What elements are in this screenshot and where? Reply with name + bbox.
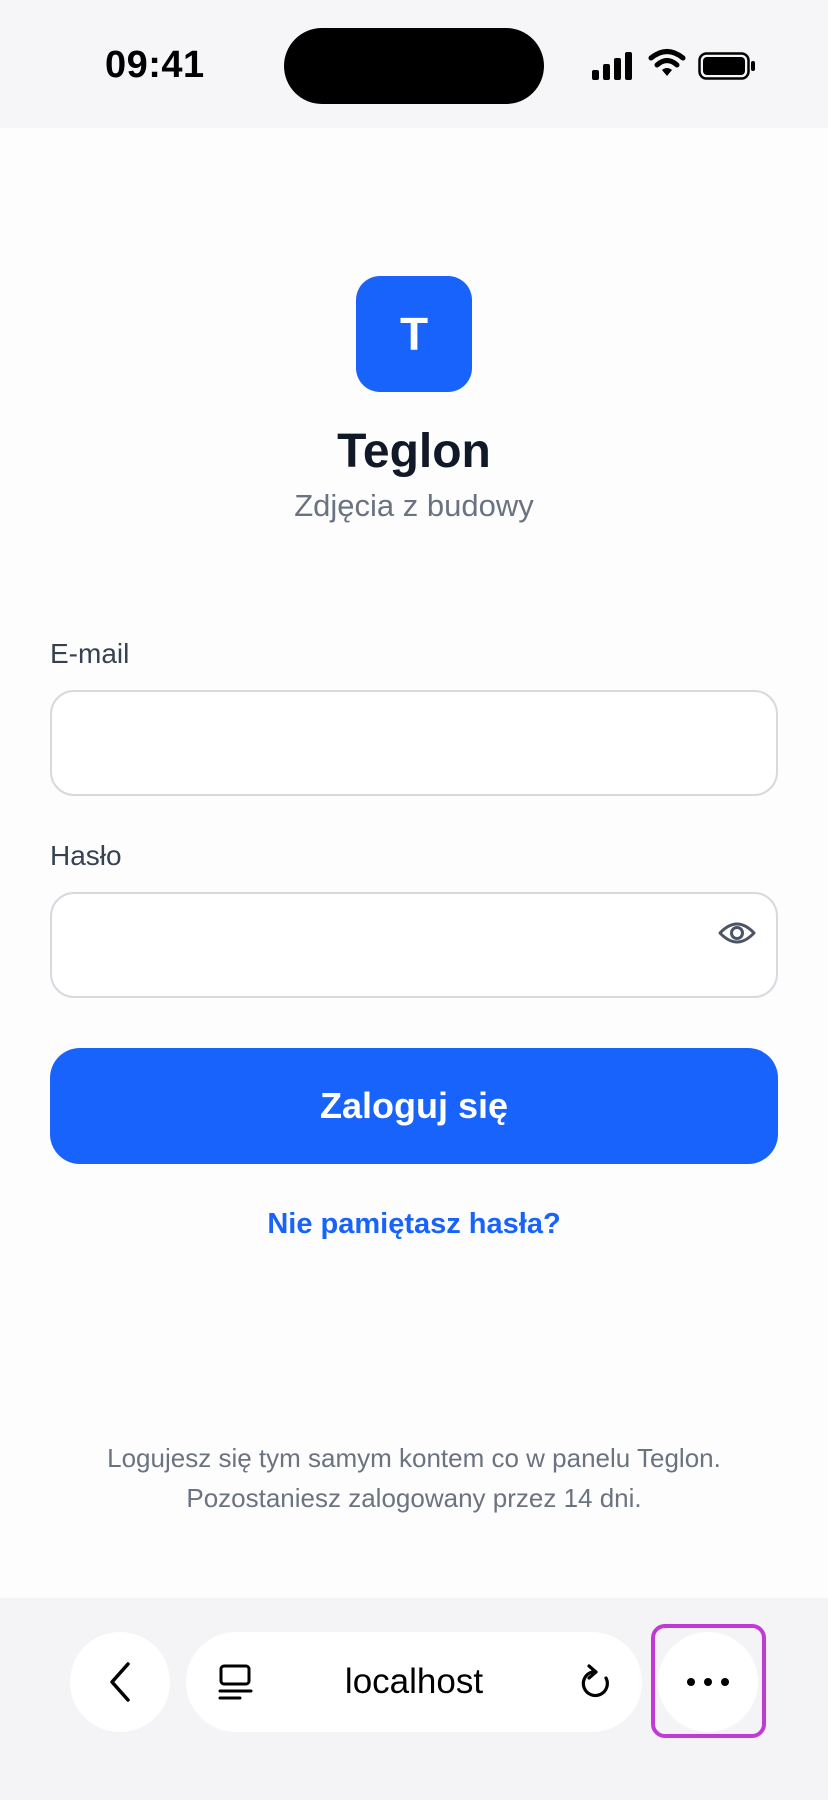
email-field[interactable] (50, 690, 778, 796)
password-field[interactable] (50, 892, 778, 998)
email-label: E-mail (50, 638, 130, 669)
footer-line-2: Pozostaniesz zalogowany przez 14 dni. (186, 1483, 642, 1513)
back-button[interactable] (70, 1632, 170, 1732)
wifi-icon (648, 49, 686, 76)
status-bar: 09:41 (0, 0, 828, 128)
forgot-password-link[interactable]: Nie pamiętasz hasła? (0, 1208, 828, 1241)
highlight-box (651, 1624, 766, 1738)
app-subtitle: Zdjęcia z budowy (294, 488, 534, 523)
footer-line-1: Logujesz się tym samym kontem co w panel… (107, 1443, 721, 1473)
app-title: Teglon (337, 425, 491, 478)
app-logo: T (356, 276, 472, 392)
login-button[interactable]: Zaloguj się (50, 1048, 778, 1164)
footer-note: Logujesz się tym samym kontem co w panel… (0, 1438, 828, 1518)
address-bar[interactable]: localhost (186, 1632, 642, 1732)
dynamic-island (284, 28, 544, 104)
logo-letter: T (399, 308, 429, 360)
reload-icon[interactable] (578, 1664, 614, 1702)
status-time: 09:41 (105, 44, 205, 86)
show-password-icon[interactable] (718, 916, 756, 950)
battery-icon (698, 52, 755, 80)
password-label: Hasło (50, 840, 122, 871)
signal-icon (592, 52, 632, 80)
chevron-left-icon (110, 1662, 130, 1702)
url-text: localhost (344, 1662, 484, 1701)
